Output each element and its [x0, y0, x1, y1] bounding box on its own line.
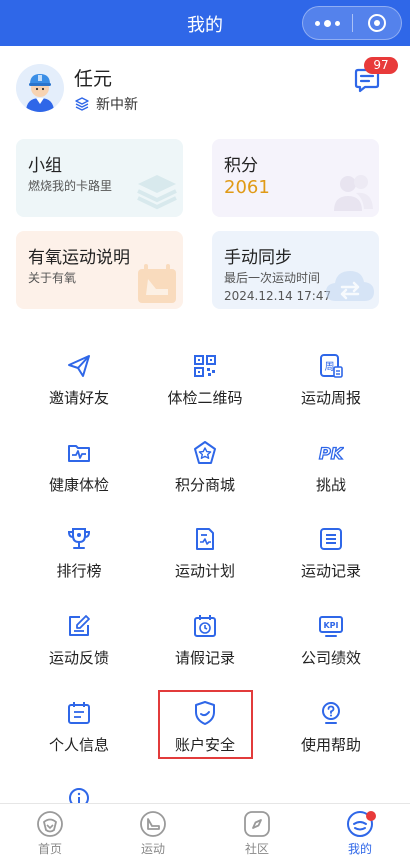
- org-name: 新中新: [96, 97, 138, 113]
- qr-code-icon: [194, 355, 216, 377]
- grid-item-weekly-report[interactable]: 周 运动周报: [266, 353, 396, 423]
- sync-card[interactable]: 手动同步 最后一次运动时间 2024.12.14 17:47: [212, 231, 379, 309]
- last-sport-time: 2024.12.14 17:47: [224, 289, 332, 303]
- leave-calendar-icon: [194, 615, 216, 637]
- grid-item-sport-plan[interactable]: 运动计划: [140, 526, 270, 596]
- grid-item-label: 运动周报: [300, 389, 361, 407]
- compass-icon: [244, 811, 270, 837]
- grid-item-company-kpi[interactable]: KPI 公司绩效: [266, 613, 396, 683]
- points-mall-icon: [194, 441, 216, 464]
- tab-notification-dot: [366, 811, 376, 821]
- tab-sport[interactable]: 运动: [113, 804, 193, 865]
- selection-highlight: [158, 690, 253, 759]
- cloud-sync-icon: [326, 271, 374, 301]
- grid-item-personal-info[interactable]: 个人信息: [14, 700, 144, 770]
- tab-label: 我的: [347, 842, 372, 856]
- grid-item-leaderboard[interactable]: 排行榜: [14, 526, 144, 596]
- aerobic-card-title: 有氧运动说明: [28, 248, 130, 268]
- message-badge: 97: [364, 57, 398, 74]
- close-target-icon[interactable]: [352, 6, 401, 40]
- users-icon: [334, 175, 373, 211]
- grid-item-challenge[interactable]: PK 挑战: [266, 440, 396, 510]
- more-icon[interactable]: [303, 6, 352, 40]
- grid-item-label: 邀请好友: [48, 389, 109, 407]
- grid-item-health-check[interactable]: 健康体检: [14, 440, 144, 510]
- grid-item-label: 运动反馈: [48, 649, 109, 667]
- weekly-report-icon: 周: [320, 354, 343, 378]
- record-icon: [320, 528, 342, 550]
- grid-item-label: 排行榜: [56, 562, 102, 580]
- layers-icon: [75, 97, 89, 111]
- org-row[interactable]: 新中新: [74, 94, 138, 114]
- grid-item-sport-record[interactable]: 运动记录: [266, 526, 396, 596]
- grid-item-label: 挑战: [315, 476, 346, 494]
- health-check-icon: [68, 445, 90, 462]
- trophy-icon: [67, 528, 91, 549]
- run-icon: [140, 811, 166, 837]
- tab-bar: 首页 运动 社区 我的: [0, 803, 410, 865]
- grid-item-sport-feedback[interactable]: 运动反馈: [14, 613, 144, 683]
- grid-item-label: 积分商城: [174, 476, 235, 494]
- grid-item-invite-friends[interactable]: 邀请好友: [14, 353, 144, 423]
- points-card-title: 积分: [224, 156, 258, 176]
- grid-item-label: 个人信息: [48, 736, 109, 754]
- tab-mine[interactable]: 我的: [320, 804, 400, 865]
- calendar-shoe-icon: [138, 264, 176, 303]
- grid-item-help[interactable]: 使用帮助: [266, 700, 396, 770]
- grid-item-points-mall[interactable]: 积分商城: [140, 440, 270, 510]
- aerobic-card-subtitle: 关于有氧: [28, 271, 77, 285]
- avatar[interactable]: [16, 64, 64, 112]
- grid-item-label: 运动记录: [300, 562, 361, 580]
- feedback-icon: [69, 615, 90, 636]
- page: 我的 任元 新中新 97 小组 燃烧我的卡路里 积分 2061 有氧运动说明 关…: [0, 0, 410, 865]
- group-card-subtitle: 燃烧我的卡路里: [28, 179, 113, 193]
- grid-item-label: 使用帮助: [300, 736, 361, 754]
- points-card[interactable]: 积分 2061: [212, 139, 379, 217]
- tab-label: 运动: [140, 842, 165, 856]
- tab-label: 社区: [244, 842, 269, 856]
- personal-info-icon: [68, 702, 90, 724]
- svg-text:KPI: KPI: [323, 621, 338, 630]
- grid-item-label: 体检二维码: [167, 389, 243, 407]
- group-card[interactable]: 小组 燃烧我的卡路里: [16, 139, 183, 217]
- points-value: 2061: [224, 177, 270, 198]
- plan-icon: [196, 528, 214, 550]
- help-icon: [322, 702, 340, 724]
- header-bar: 我的: [0, 0, 410, 46]
- paper-plane-icon: [68, 355, 90, 377]
- group-card-title: 小组: [28, 156, 62, 176]
- tab-home[interactable]: 首页: [10, 804, 90, 865]
- grid-item-leave-record[interactable]: 请假记录: [140, 613, 270, 683]
- grid-item-exam-qr[interactable]: 体检二维码: [140, 353, 270, 423]
- svg-text:PK: PK: [319, 444, 344, 463]
- tab-label: 首页: [37, 842, 62, 856]
- pk-icon: PK: [318, 443, 344, 463]
- user-name: 任元: [74, 68, 113, 90]
- grid-item-label: 公司绩效: [300, 649, 361, 667]
- aerobic-card[interactable]: 有氧运动说明 关于有氧: [16, 231, 183, 309]
- sync-card-subtitle: 最后一次运动时间: [224, 271, 321, 285]
- kpi-icon: KPI: [319, 616, 343, 637]
- grid-item-label: 运动计划: [174, 562, 235, 580]
- sync-card-title: 手动同步: [224, 248, 292, 268]
- tab-community[interactable]: 社区: [217, 804, 297, 865]
- grid-item-label: 请假记录: [174, 649, 235, 667]
- grid-item-label: 健康体检: [48, 476, 109, 494]
- mini-program-capsule: [302, 6, 402, 40]
- svg-text:周: 周: [325, 361, 335, 373]
- home-icon: [37, 811, 63, 837]
- stack-icon: [137, 175, 177, 210]
